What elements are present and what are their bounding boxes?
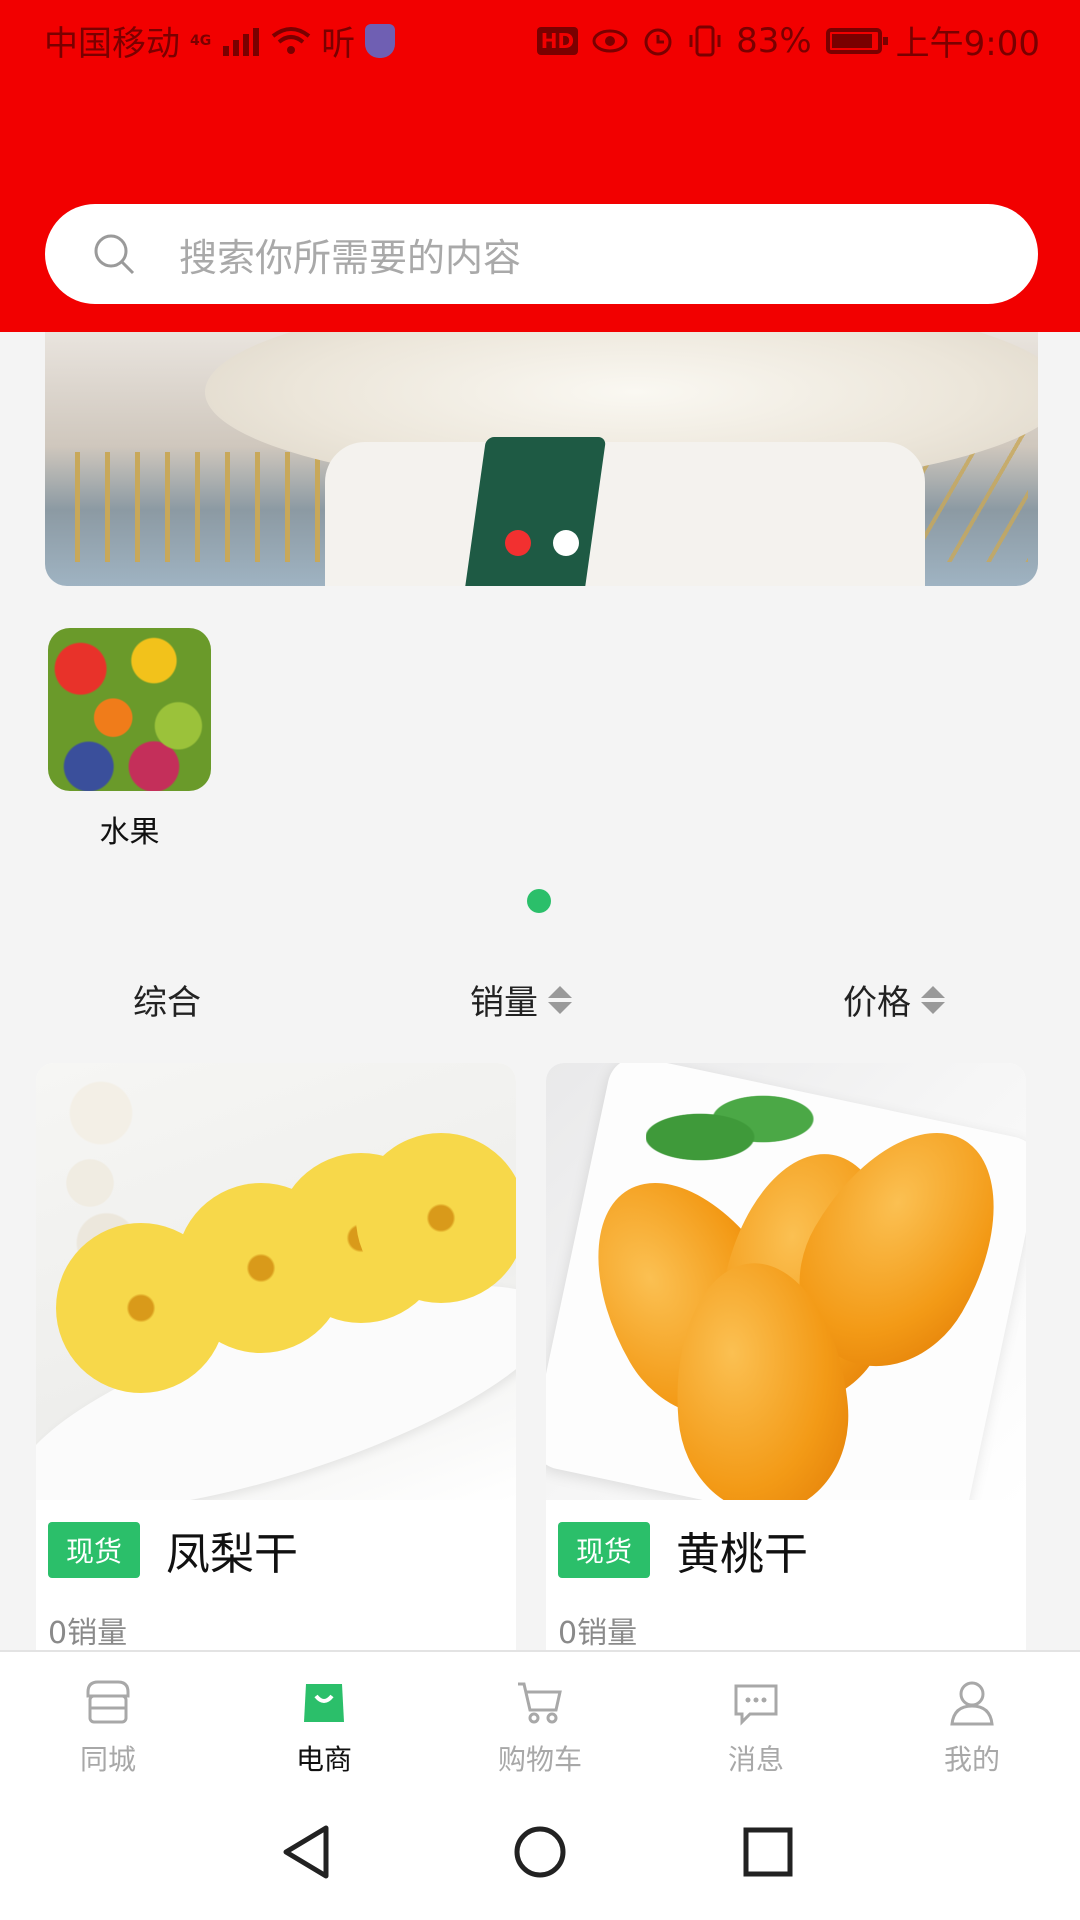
wifi-icon xyxy=(272,26,311,54)
sort-bar: 综合 销量 价格 xyxy=(0,975,1080,1035)
banner-dot[interactable] xyxy=(553,530,579,556)
category-item-fruit[interactable]: 水果 xyxy=(48,628,211,851)
search-bar[interactable]: 搜索你所需要的内容 xyxy=(45,204,1038,304)
tab-label: 购物车 xyxy=(497,1743,582,1776)
alarm-icon xyxy=(644,28,672,55)
system-nav-bar xyxy=(0,1780,1080,1920)
shield-icon xyxy=(365,23,396,58)
tab-ecommerce[interactable]: 电商 xyxy=(254,1676,394,1778)
sort-label: 销量 xyxy=(470,983,538,1023)
signal-icon xyxy=(223,27,260,56)
stock-tag: 现货 xyxy=(558,1522,651,1578)
banner-dot-active[interactable] xyxy=(505,530,531,556)
banner-chair-rail xyxy=(75,452,335,562)
back-icon[interactable] xyxy=(268,1812,348,1892)
carrier-name: 中国移动 xyxy=(44,24,180,64)
sort-comprehensive[interactable]: 综合 xyxy=(133,975,201,1024)
eye-icon xyxy=(592,29,628,52)
battery-percent: 83% xyxy=(736,20,812,61)
category-pager-dot xyxy=(527,889,551,913)
app-glyph: 听 xyxy=(321,24,356,64)
shopping-bag-icon xyxy=(304,1684,344,1722)
banner-ribbon xyxy=(463,437,607,586)
header-bar: 中国移动 4G 听 HD 83% 上午9:00 搜索你所需要的内容 xyxy=(0,0,1080,332)
sort-price[interactable]: 价格 xyxy=(843,975,945,1024)
product-sales: 0销量 xyxy=(48,1616,128,1650)
product-image[interactable] xyxy=(546,1063,1026,1500)
battery-icon xyxy=(825,27,888,54)
store-icon xyxy=(86,1680,130,1724)
sort-label: 综合 xyxy=(133,983,201,1023)
banner-carousel[interactable] xyxy=(45,332,1038,586)
product-card[interactable]: 现货 凤梨干 0销量 xyxy=(36,1063,516,1650)
sort-arrows-icon xyxy=(921,985,945,1014)
status-bar: 中国移动 4G 听 HD 83% 上午9:00 xyxy=(0,0,1080,76)
signal-label: 4G xyxy=(190,32,212,49)
tab-messages[interactable]: 消息 xyxy=(686,1676,826,1778)
stock-tag: 现货 xyxy=(48,1522,141,1578)
message-icon xyxy=(734,1684,778,1726)
tab-local[interactable]: 同城 xyxy=(38,1676,178,1778)
home-icon[interactable] xyxy=(500,1812,580,1892)
category-fruit-image[interactable] xyxy=(48,628,211,791)
vibrate-icon xyxy=(689,25,721,56)
clock: 上午9:00 xyxy=(895,24,1040,64)
product-card[interactable]: 现货 黄桃干 0销量 xyxy=(546,1063,1026,1650)
tab-label: 我的 xyxy=(943,1743,1000,1776)
tab-label: 同城 xyxy=(79,1743,136,1776)
banner-wrap xyxy=(325,442,925,586)
product-name: 凤梨干 xyxy=(166,1529,299,1580)
recent-apps-icon[interactable] xyxy=(728,1812,808,1892)
category-label: 水果 xyxy=(99,815,160,850)
product-image-slice xyxy=(356,1133,516,1303)
product-name: 黄桃干 xyxy=(676,1529,809,1580)
hd-badge: HD xyxy=(536,26,579,55)
product-image[interactable] xyxy=(36,1063,516,1500)
tab-label: 消息 xyxy=(727,1743,784,1776)
tab-cart[interactable]: 购物车 xyxy=(470,1676,610,1778)
search-input[interactable]: 搜索你所需要的内容 xyxy=(179,227,521,282)
search-icon[interactable] xyxy=(91,231,137,277)
product-sales: 0销量 xyxy=(558,1616,638,1650)
sort-arrows-icon xyxy=(548,985,572,1014)
sort-label: 价格 xyxy=(843,983,911,1023)
tab-profile[interactable]: 我的 xyxy=(902,1676,1042,1778)
user-icon xyxy=(950,1681,994,1726)
sort-sales[interactable]: 销量 xyxy=(470,975,572,1024)
tab-label: 电商 xyxy=(295,1743,352,1776)
bottom-tab-bar: 同城 电商 购物车 消息 我的 xyxy=(0,1650,1080,1780)
cart-icon xyxy=(518,1682,562,1724)
